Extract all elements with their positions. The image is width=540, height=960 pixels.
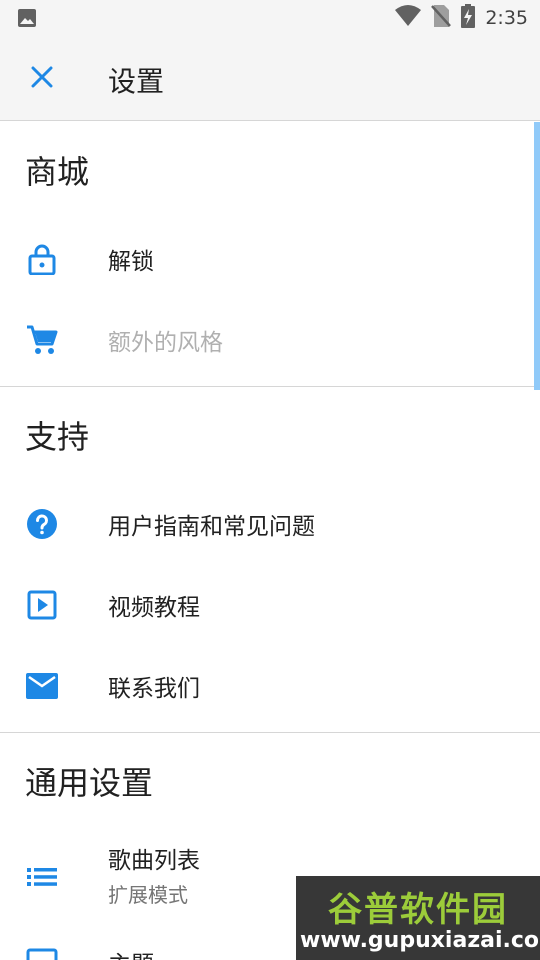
- settings-item-label: 额外的风格: [108, 329, 223, 356]
- theme-icon: [24, 944, 60, 960]
- cart-icon: [24, 322, 60, 358]
- status-bar: 2:35: [0, 0, 540, 38]
- video-icon: [24, 587, 60, 623]
- settings-item-video-tutorials[interactable]: 视频教程: [0, 564, 540, 645]
- list-icon: [24, 859, 60, 895]
- page-title: 设置: [108, 65, 165, 98]
- watermark-url: www.gupuxiazai.com: [300, 928, 540, 953]
- scrollbar[interactable]: [534, 122, 540, 390]
- lock-icon: [24, 241, 60, 277]
- status-time: 2:35: [485, 7, 528, 29]
- settings-item-label: 主题: [108, 945, 154, 960]
- settings-item-unlock[interactable]: 解锁: [0, 218, 540, 299]
- section-header-support: 支持: [25, 418, 90, 456]
- section-header-general: 通用设置: [25, 764, 154, 802]
- settings-item-contact-us[interactable]: 联系我们: [0, 645, 540, 726]
- battery-charging-icon: [461, 4, 476, 32]
- wifi-icon: [395, 5, 422, 31]
- settings-item-label: 用户指南和常见问题: [108, 513, 315, 540]
- close-button[interactable]: [20, 57, 64, 101]
- settings-item-label: 联系我们: [108, 675, 200, 702]
- no-sim-icon: [431, 4, 452, 32]
- settings-item-label: 视频教程: [108, 594, 200, 621]
- settings-item-label: 歌曲列表: [108, 848, 200, 874]
- app-bar: 设置: [0, 38, 540, 121]
- settings-item-extra-styles[interactable]: 额外的风格: [0, 299, 540, 380]
- section-header-store: 商城: [25, 153, 90, 191]
- settings-item-sublabel: 扩展模式: [108, 883, 188, 907]
- settings-list[interactable]: 商城 解锁 额外的风格 支持 用户指南和常见问题 视频教程 联系我们 通用设置: [0, 122, 540, 960]
- watermark-title: 谷普软件园: [328, 890, 508, 930]
- watermark-logo: 谷普软件园 www.gupuxiazai.com: [296, 876, 540, 960]
- settings-item-user-guide[interactable]: 用户指南和常见问题: [0, 483, 540, 564]
- close-icon: [31, 66, 53, 92]
- help-icon: [24, 506, 60, 542]
- settings-item-label: 解锁: [108, 248, 154, 275]
- mail-icon: [24, 668, 60, 704]
- image-icon: [17, 8, 37, 28]
